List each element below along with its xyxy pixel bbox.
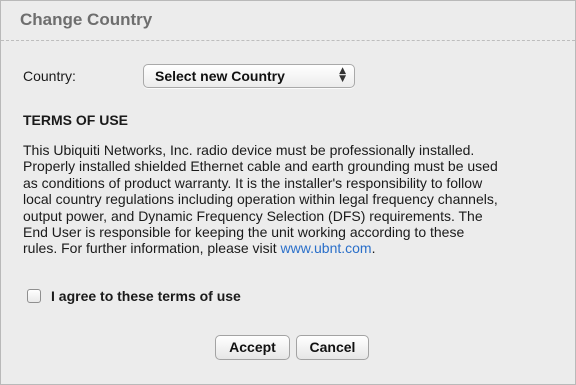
terms-body: This Ubiquiti Networks, Inc. radio devic… xyxy=(23,142,563,257)
terms-line: End User is responsible for keeping the … xyxy=(23,224,465,241)
country-label: Country: xyxy=(23,68,76,84)
agree-checkbox[interactable] xyxy=(27,289,41,303)
agree-label[interactable]: I agree to these terms of use xyxy=(51,288,241,304)
terms-line: Properly installed shielded Ethernet cab… xyxy=(23,158,498,175)
dialog-title: Change Country xyxy=(1,1,575,41)
ubnt-link[interactable]: www.ubnt.com xyxy=(281,240,372,256)
country-select-value: Select new Country xyxy=(155,68,285,84)
terms-line-prefix: rules. For further information, please v… xyxy=(23,240,281,257)
terms-line: local country regulations including oper… xyxy=(23,191,498,208)
terms-line: as conditions of product warranty. It is… xyxy=(23,174,483,191)
terms-heading: TERMS OF USE xyxy=(23,112,129,128)
button-row: Accept Cancel xyxy=(215,335,369,360)
terms-line-suffix: . xyxy=(371,240,376,257)
terms-line-last: rules. For further information, please v… xyxy=(23,240,563,256)
country-select[interactable]: Select new Country ▲ ▼ xyxy=(143,64,355,88)
agree-row[interactable]: I agree to these terms of use xyxy=(27,288,241,304)
terms-line: This Ubiquiti Networks, Inc. radio devic… xyxy=(23,142,475,158)
terms-line: output power, and Dynamic Frequency Sele… xyxy=(23,207,483,224)
accept-button[interactable]: Accept xyxy=(215,335,290,360)
cancel-button[interactable]: Cancel xyxy=(296,335,369,360)
up-down-arrows-icon: ▲ ▼ xyxy=(339,66,346,84)
country-row: Country: Select new Country ▲ ▼ xyxy=(23,64,355,88)
change-country-dialog: Change Country Country: Select new Count… xyxy=(0,0,576,385)
